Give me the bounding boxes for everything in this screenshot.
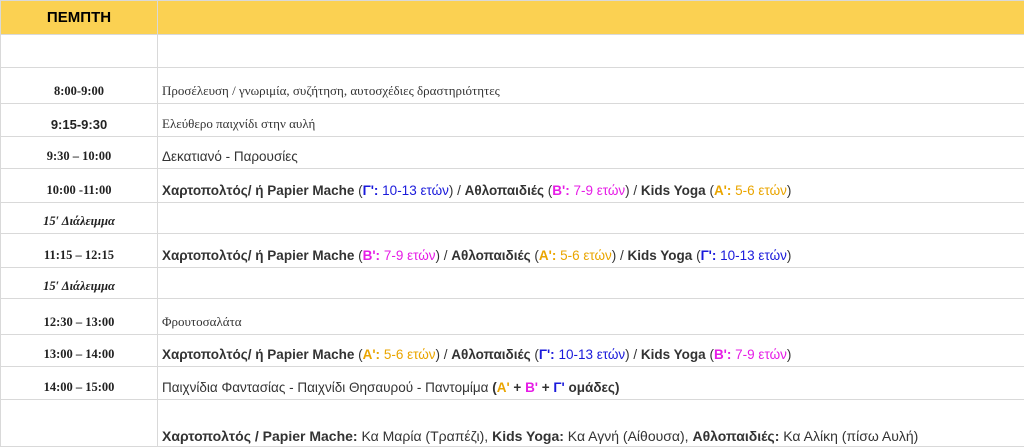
activity-text: Παιχνίδια Φαντασίας - Παιχνίδι Θησαυρού … <box>162 380 488 395</box>
staff-papier-label: Χαρτοπολτός / Papier Mache: <box>162 428 358 444</box>
time-cell: 11:15 – 12:15 <box>1 234 158 268</box>
blank-cell <box>1 35 158 68</box>
break-row: 15′ Διάλειμμα <box>1 268 1024 299</box>
group-age: 7-9 ετών <box>570 183 625 198</box>
staff-cell: Χαρτοπολτός / Papier Mache: Κα Μαρία (Τρ… <box>158 400 1024 447</box>
schedule-row: 9:30 – 10:00 Δεκατιανό - Παρουσίες <box>1 137 1024 169</box>
group-age: 10-13 ετών <box>716 248 786 263</box>
activity-yoga: Kids Yoga <box>628 248 693 263</box>
group-age: 10-13 ετών <box>378 183 448 198</box>
group-label: Β': <box>363 248 380 263</box>
schedule-table: ΠΕΜΠΤΗ 8:00-9:00 Προσέλευση / γνωριμία, … <box>0 0 1024 447</box>
group-age: 10-13 ετών <box>555 347 625 362</box>
time-cell: 9:15-9:30 <box>1 104 158 137</box>
time-cell: 10:00 -11:00 <box>1 169 158 203</box>
staff-papier-info: Κα Μαρία (Τραπέζι), <box>358 428 489 444</box>
group-label: Β': <box>714 347 731 362</box>
schedule-row: 9:15-9:30 Ελεύθερο παιχνίδι στην αυλή <box>1 104 1024 137</box>
blank-row <box>1 35 1024 68</box>
activity-cell: Ελεύθερο παιχνίδι στην αυλή <box>158 104 1024 137</box>
activity-cell: Χαρτοπολτός/ ή Papier Mache (Γ': 10-13 ε… <box>158 169 1024 203</box>
header-empty-cell <box>158 1 1024 35</box>
group-label: Α' <box>497 380 510 395</box>
break-cell: 15′ Διάλειμμα <box>1 203 158 234</box>
group-age: 7-9 ετών <box>380 248 435 263</box>
activity-athletics: Αθλοπαιδιές <box>451 347 530 362</box>
empty-cell <box>1 400 158 447</box>
schedule-row: 11:15 – 12:15 Χαρτοπολτός/ ή Papier Mach… <box>1 234 1024 268</box>
group-label: Β' <box>525 380 538 395</box>
activity-papier: Χαρτοπολτός/ ή Papier Mache <box>162 347 354 362</box>
staff-athletics-label: Αθλοπαιδιές: <box>692 428 779 444</box>
group-label: Α': <box>714 183 731 198</box>
staff-athletics-info: Κα Αλίκη (πίσω Αυλή) <box>779 428 918 444</box>
activity-cell: Χαρτοπολτός/ ή Papier Mache (Β': 7-9 ετώ… <box>158 234 1024 268</box>
activity-yoga: Kids Yoga <box>641 183 706 198</box>
activity-cell: Φρουτοσαλάτα <box>158 299 1024 335</box>
group-label: Γ' <box>553 380 564 395</box>
group-label: Β': <box>552 183 569 198</box>
group-age: 5-6 ετών <box>556 248 611 263</box>
activity-cell: Παιχνίδια Φαντασίας - Παιχνίδι Θησαυρού … <box>158 367 1024 400</box>
groups-suffix: ομάδες <box>569 380 615 395</box>
group-label: Γ': <box>539 347 555 362</box>
footer-row: Χαρτοπολτός / Papier Mache: Κα Μαρία (Τρ… <box>1 400 1024 447</box>
activity-papier: Χαρτοπολτός/ ή Papier Mache <box>162 183 354 198</box>
schedule-row: 8:00-9:00 Προσέλευση / γνωριμία, συζήτησ… <box>1 68 1024 104</box>
time-cell: 8:00-9:00 <box>1 68 158 104</box>
activity-cell: Προσέλευση / γνωριμία, συζήτηση, αυτοσχέ… <box>158 68 1024 104</box>
empty-cell <box>158 203 1024 234</box>
schedule-row: 13:00 – 14:00 Χαρτοπολτός/ ή Papier Mach… <box>1 335 1024 367</box>
header-row: ΠΕΜΠΤΗ <box>1 1 1024 35</box>
schedule-row: 12:30 – 13:00 Φρουτοσαλάτα <box>1 299 1024 335</box>
activity-cell: Δεκατιανό - Παρουσίες <box>158 137 1024 169</box>
group-label: Α': <box>539 248 556 263</box>
group-age: 5-6 ετών <box>380 347 435 362</box>
blank-cell <box>158 35 1024 68</box>
activity-yoga: Kids Yoga <box>641 347 706 362</box>
activity-athletics: Αθλοπαιδιές <box>465 183 544 198</box>
time-cell: 9:30 – 10:00 <box>1 137 158 169</box>
group-label: Γ': <box>363 183 379 198</box>
break-row: 15′ Διάλειμμα <box>1 203 1024 234</box>
activity-athletics: Αθλοπαιδιές <box>451 248 530 263</box>
group-age: 5-6 ετών <box>731 183 786 198</box>
day-title: ΠΕΜΠΤΗ <box>1 1 158 35</box>
time-cell: 12:30 – 13:00 <box>1 299 158 335</box>
staff-yoga-info: Κα Αγνή (Αίθουσα), <box>564 428 689 444</box>
time-cell: 14:00 – 15:00 <box>1 367 158 400</box>
group-age: 7-9 ετών <box>731 347 786 362</box>
empty-cell <box>158 268 1024 299</box>
activity-papier: Χαρτοπολτός/ ή Papier Mache <box>162 248 354 263</box>
group-label: Γ': <box>701 248 717 263</box>
break-cell: 15′ Διάλειμμα <box>1 268 158 299</box>
time-cell: 13:00 – 14:00 <box>1 335 158 367</box>
schedule-row: 14:00 – 15:00 Παιχνίδια Φαντασίας - Παιχ… <box>1 367 1024 400</box>
groups-list: (Α' + Β' + Γ' ομάδες) <box>492 380 619 395</box>
staff-yoga-label: Kids Yoga: <box>492 428 564 444</box>
group-label: Α': <box>363 347 380 362</box>
activity-cell: Χαρτοπολτός/ ή Papier Mache (Α': 5-6 ετώ… <box>158 335 1024 367</box>
schedule-row: 10:00 -11:00 Χαρτοπολτός/ ή Papier Mache… <box>1 169 1024 203</box>
